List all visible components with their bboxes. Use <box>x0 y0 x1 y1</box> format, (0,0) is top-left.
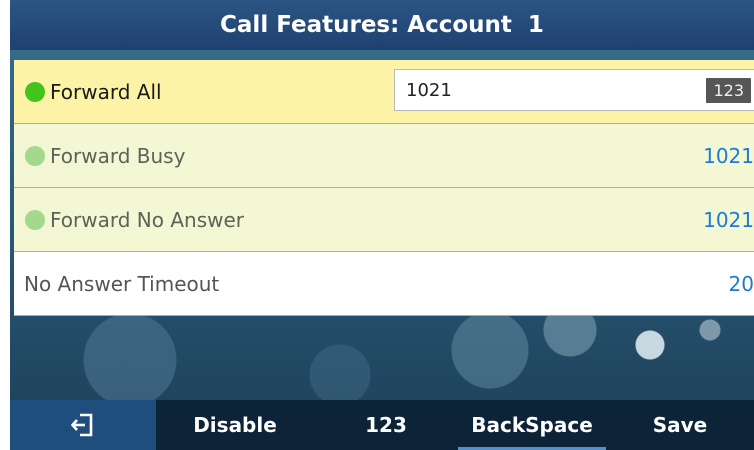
call-features-list: Forward All 1021 123 Forward Busy 1021 F… <box>14 60 754 316</box>
status-dot-icon <box>25 145 45 166</box>
status-dot-icon <box>25 81 45 102</box>
title-bar: Call Features: Account 1 <box>10 0 754 50</box>
page-title: Call Features: Account 1 <box>220 12 544 38</box>
forward-busy-label: Forward Busy <box>50 143 186 168</box>
row-forward-busy[interactable]: Forward Busy 1021 <box>14 124 754 188</box>
forward-busy-value: 1021 <box>703 144 754 168</box>
back-button[interactable] <box>10 400 156 450</box>
row-forward-all[interactable]: Forward All 1021 123 <box>14 60 754 124</box>
disable-button[interactable]: Disable <box>156 400 314 450</box>
no-answer-timeout-value: 20 <box>728 272 754 296</box>
status-dot-icon <box>25 209 45 230</box>
forward-no-answer-value: 1021 <box>703 208 754 232</box>
phone-screen: Call Features: Account 1 Forward All 102… <box>10 0 754 450</box>
forward-no-answer-label: Forward No Answer <box>50 207 245 232</box>
no-answer-timeout-label: No Answer Timeout <box>24 271 220 296</box>
input-mode-button[interactable]: 123 <box>314 400 458 450</box>
row-no-answer-timeout[interactable]: No Answer Timeout 20 <box>14 252 754 316</box>
backspace-button[interactable]: BackSpace <box>458 400 606 450</box>
save-button[interactable]: Save <box>606 400 754 450</box>
input-mode-badge: 123 <box>706 77 751 103</box>
forward-all-value: 1021 <box>406 79 452 101</box>
softkey-bar: Disable 123 BackSpace Save <box>10 400 754 450</box>
exit-icon <box>71 413 93 437</box>
forward-all-input[interactable]: 1021 123 <box>394 69 754 111</box>
row-forward-no-answer[interactable]: Forward No Answer 1021 <box>14 188 754 252</box>
forward-all-label: Forward All <box>50 79 162 104</box>
